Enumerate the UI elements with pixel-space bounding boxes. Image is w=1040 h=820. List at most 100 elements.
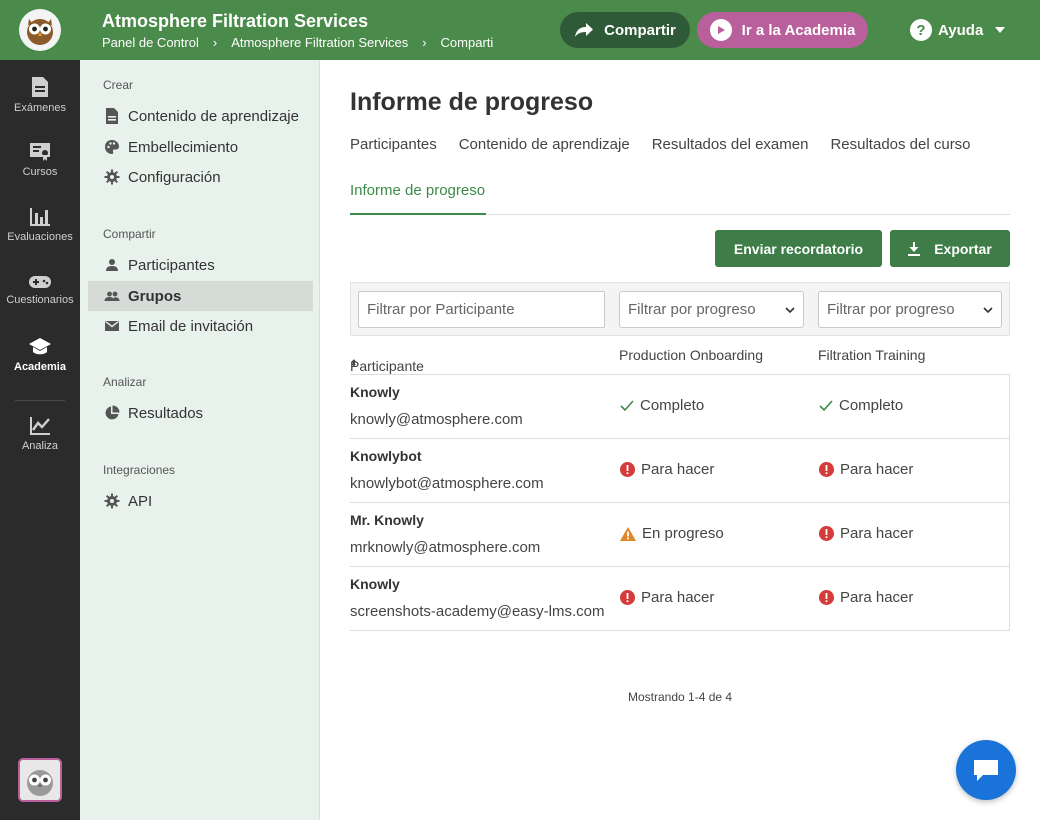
certificate-icon — [30, 143, 50, 161]
table-row[interactable]: Knowlybot knowlybot@atmosphere.com Para … — [350, 439, 1010, 503]
rail-label: Cuestionarios — [6, 294, 74, 306]
sidebar-item-results[interactable]: Resultados — [88, 398, 313, 428]
breadcrumb-item-dashboard[interactable]: Panel de Control — [102, 35, 199, 50]
progress-filter-select-1[interactable]: Filtrar por progreso — [619, 291, 804, 328]
row-border — [1009, 503, 1010, 567]
title-block: Atmosphere Filtration Services Panel de … — [102, 11, 493, 50]
rail-label: Analiza — [21, 440, 59, 452]
rail-label: Academia — [14, 361, 66, 373]
tabs: Participantes Contenido de aprendizaje R… — [350, 136, 993, 153]
question-circle-icon: ? — [910, 19, 932, 41]
breadcrumb: Panel de Control › Atmosphere Filtration… — [102, 35, 493, 50]
sidebar-item-learning-content[interactable]: Contenido de aprendizaje — [88, 101, 313, 131]
top-bar: Atmosphere Filtration Services Panel de … — [0, 0, 1040, 60]
chevron-right-icon: › — [422, 34, 427, 50]
alert-circle-icon — [620, 462, 635, 477]
gamepad-icon — [29, 276, 51, 288]
status-filtration-training: Completo — [819, 397, 903, 414]
gear-icon — [104, 493, 120, 509]
go-to-academy-button[interactable]: Ir a la Academia — [697, 12, 868, 48]
sidebar-item-participants[interactable]: Participantes — [88, 250, 313, 280]
table-row[interactable]: Knowly knowly@atmosphere.com Completo Co… — [350, 375, 1010, 439]
sidebar-item-styling[interactable]: Embellecimiento — [88, 132, 313, 162]
rail-item-exams[interactable]: Exámenes — [0, 76, 80, 114]
chevron-down-icon — [983, 306, 993, 313]
status-production-onboarding: Completo — [620, 397, 704, 414]
rail-item-analyze[interactable]: Analiza — [0, 416, 80, 452]
progress-filter-select-2[interactable]: Filtrar por progreso — [818, 291, 1002, 328]
status-filtration-training: Para hacer — [819, 461, 913, 478]
send-reminder-button[interactable]: Enviar recordatorio — [715, 230, 882, 267]
rail-item-academy[interactable]: Academia — [0, 337, 80, 373]
check-icon — [620, 399, 634, 411]
export-label: Exportar — [934, 240, 992, 257]
tab-progress-report[interactable]: Informe de progreso — [350, 182, 485, 199]
chat-bubble-icon — [974, 760, 998, 781]
status-filtration-training: Para hacer — [819, 525, 913, 542]
table-header: ⬍ Participante Production Onboarding Filt… — [350, 336, 1010, 375]
rail-label: Evaluaciones — [7, 231, 73, 243]
table-row[interactable]: Knowly screenshots-academy@easy-lms.com … — [350, 567, 1010, 631]
logo[interactable] — [0, 0, 80, 60]
rail-item-courses[interactable]: Cursos — [0, 142, 80, 178]
row-border — [1009, 439, 1010, 503]
sidebar-item-label: Configuración — [128, 168, 221, 186]
sidebar-item-label: Resultados — [128, 404, 204, 422]
play-icon — [709, 19, 732, 41]
chevron-down-icon — [785, 306, 795, 313]
alert-circle-icon — [620, 590, 635, 605]
tab-exam-results[interactable]: Resultados del examen — [652, 136, 809, 153]
sidebar-item-invitation-email[interactable]: Email de invitación — [88, 311, 313, 341]
caret-down-icon — [995, 27, 1006, 33]
rail-label: Exámenes — [14, 102, 66, 114]
share-arrow-icon — [574, 22, 594, 38]
rail-item-assessments[interactable]: Evaluaciones — [0, 207, 80, 243]
sidebar-heading-create: Crear — [103, 78, 134, 92]
filter-bar: Filtrar por Participante Filtrar por pro… — [350, 282, 1010, 336]
sidebar-item-settings[interactable]: Configuración — [88, 162, 313, 192]
select-value: Filtrar por progreso — [827, 301, 955, 318]
chevron-right-icon: › — [212, 34, 218, 50]
check-icon — [819, 399, 833, 411]
export-button[interactable]: Exportar — [890, 230, 1010, 267]
sidebar-item-api[interactable]: API — [88, 486, 313, 516]
tab-participants[interactable]: Participantes — [350, 136, 437, 153]
participant-filter-input[interactable]: Filtrar por Participante — [358, 291, 605, 328]
participant-name: Knowly — [350, 576, 400, 592]
gear-icon — [104, 169, 120, 185]
help-menu[interactable]: ? Ayuda — [910, 19, 1006, 41]
sidebar-item-label: Contenido de aprendizaje — [128, 107, 299, 125]
app-title: Atmosphere Filtration Services — [102, 10, 369, 31]
tab-learning-content[interactable]: Contenido de aprendizaje — [459, 136, 630, 153]
sidebar-item-label: API — [128, 492, 153, 510]
sidebar-item-label: Email de invitación — [128, 317, 254, 335]
page-title: Informe de progreso — [350, 88, 594, 116]
sidebar-heading-share: Compartir — [103, 227, 156, 241]
palette-icon — [105, 140, 119, 154]
share-button[interactable]: Compartir — [560, 12, 690, 48]
status-production-onboarding: Para hacer — [620, 589, 714, 606]
download-icon — [908, 241, 921, 256]
tab-course-results[interactable]: Resultados del curso — [830, 136, 970, 153]
alert-circle-icon — [819, 526, 834, 541]
graduation-cap-icon — [29, 338, 51, 355]
rail-divider — [15, 400, 65, 401]
chat-button[interactable] — [956, 740, 1016, 800]
sidebar-item-label: Embellecimiento — [128, 138, 239, 156]
participant-name: Knowly — [350, 384, 400, 400]
participant-email: knowlybot@atmosphere.com — [350, 475, 544, 492]
alert-circle-icon — [819, 590, 834, 605]
owl-avatar-icon — [27, 770, 53, 796]
participant-name: Mr. Knowly — [350, 512, 424, 528]
breadcrumb-item-academy[interactable]: Atmosphere Filtration Services — [231, 35, 408, 50]
avatar[interactable] — [18, 758, 62, 802]
pagination-status: Mostrando 1-4 de 4 — [628, 690, 733, 704]
rail-label: Cursos — [22, 166, 58, 178]
sidebar-item-groups[interactable]: Grupos — [88, 281, 313, 311]
column-filtration-training: Filtration Training — [818, 347, 926, 363]
row-border — [1009, 567, 1010, 631]
rail-item-quizzes[interactable]: Cuestionarios — [0, 274, 80, 306]
warning-triangle-icon — [620, 526, 636, 541]
sidebar-heading-integrations: Integraciones — [103, 463, 176, 477]
table-row[interactable]: Mr. Knowly mrknowly@atmosphere.com En pr… — [350, 503, 1010, 567]
